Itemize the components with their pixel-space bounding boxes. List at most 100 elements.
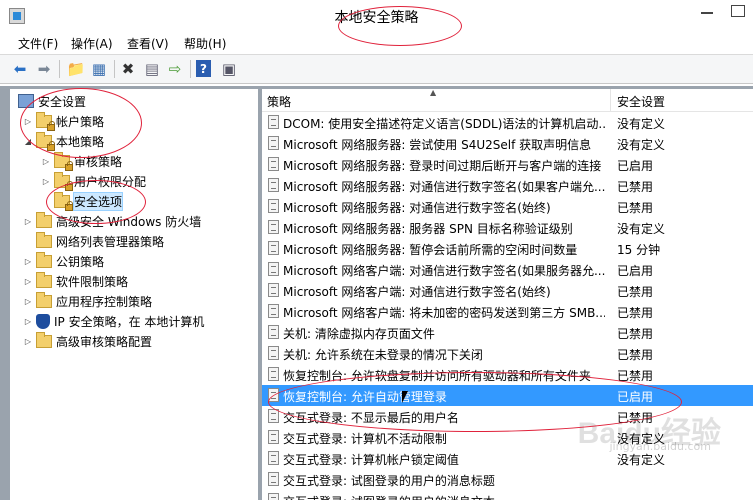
minimize-button[interactable]: [693, 0, 723, 22]
policy-icon: [268, 409, 279, 423]
tree-item-audit-policy[interactable]: ▷ 审核策略: [40, 151, 122, 171]
delete-icon[interactable]: ✖: [118, 59, 138, 79]
policy-row[interactable]: DCOM: 使用安全描述符定义语言(SDDL)语法的计算机启动... 没有定义: [262, 112, 753, 133]
mouse-cursor: [402, 391, 408, 403]
policy-setting: 已启用: [617, 159, 654, 173]
menu-action[interactable]: 操作(A): [71, 35, 113, 52]
policy-icon: [268, 493, 279, 500]
policy-icon: [268, 220, 279, 234]
policy-row[interactable]: Microsoft 网络服务器: 对通信进行数字签名(始终) 已禁用: [262, 196, 753, 217]
list-header: 策略 ▲ 安全设置: [262, 89, 753, 112]
expand-arrow-icon[interactable]: ▷: [22, 275, 34, 287]
expand-arrow-icon[interactable]: ▷: [22, 215, 34, 227]
folder-icon: [36, 231, 52, 248]
column-header-setting[interactable]: 安全设置: [617, 93, 665, 110]
tree-item-ip-security[interactable]: ▷ IP 安全策略，在 本地计算机: [22, 311, 204, 331]
policy-row[interactable]: Microsoft 网络服务器: 尝试使用 S4U2Self 获取声明信息 没有定…: [262, 133, 753, 154]
folder-lock-icon: [54, 191, 73, 211]
window-title: 本地安全策略: [334, 10, 419, 26]
policy-row[interactable]: Microsoft 网络服务器: 登录时间过期后断开与客户端的连接 已启用: [262, 154, 753, 175]
tree-item-user-rights[interactable]: ▷ 用户权限分配: [40, 171, 146, 191]
expand-arrow-icon[interactable]: ▷: [22, 335, 34, 347]
maximize-button[interactable]: [723, 0, 753, 22]
tree-item-security-options[interactable]: 安全选项: [54, 191, 124, 211]
policy-setting: 没有定义: [617, 138, 666, 152]
tree-item-software-restriction[interactable]: ▷ 软件限制策略: [22, 271, 128, 291]
up-folder-icon[interactable]: 📁: [66, 59, 86, 79]
expand-arrow-icon[interactable]: ▷: [22, 115, 34, 127]
menu-file[interactable]: 文件(F): [18, 35, 58, 52]
policy-name: 恢复控制台: 允许自动管理登录: [283, 390, 447, 404]
tree-item-label: 用户权限分配: [74, 174, 147, 189]
console-icon[interactable]: ▣: [219, 59, 239, 79]
policy-name: DCOM: 使用安全描述符定义语言(SDDL)语法的计算机启动...: [283, 117, 605, 131]
export-icon[interactable]: ⇨: [165, 59, 185, 79]
tree-item-app-control[interactable]: ▷ 应用程序控制策略: [22, 291, 152, 311]
policy-name: 恢复控制台: 允许软盘复制并访问所有驱动器和所有文件夹: [283, 369, 591, 383]
toolbar-separator: [114, 60, 115, 78]
menu-help[interactable]: 帮助(H): [184, 35, 226, 52]
folder-icon: [36, 271, 52, 288]
collapse-arrow-icon[interactable]: ◢: [22, 135, 34, 147]
tree-item-security-settings[interactable]: 安全设置: [18, 91, 86, 111]
expand-arrow-icon[interactable]: ▷: [40, 155, 52, 167]
policy-name: Microsoft 网络客户端: 对通信进行数字签名(始终): [283, 285, 551, 299]
policy-icon: [268, 199, 279, 213]
policy-setting: 已启用: [617, 390, 654, 404]
policy-row[interactable]: Microsoft 网络服务器: 暂停会话前所需的空闲时间数量 15 分钟: [262, 238, 753, 259]
policy-row[interactable]: Microsoft 网络客户端: 对通信进行数字签名(始终) 已禁用: [262, 280, 753, 301]
policy-icon: [268, 472, 279, 486]
expand-arrow-icon[interactable]: ▷: [22, 315, 34, 327]
policy-name: 交互式登录: 计算机不活动限制: [283, 432, 447, 446]
policy-row[interactable]: Microsoft 网络服务器: 对通信进行数字签名(如果客户端允... 已禁用: [262, 175, 753, 196]
expand-arrow-icon[interactable]: ▷: [22, 295, 34, 307]
sort-ascending-icon: ▲: [430, 89, 437, 97]
policy-row[interactable]: 关机: 允许系统在未登录的情况下关闭 已禁用: [262, 343, 753, 364]
policy-setting: 已禁用: [617, 180, 654, 194]
show-tree-icon[interactable]: ▦: [89, 59, 109, 79]
policy-name: Microsoft 网络服务器: 尝试使用 S4U2Self 获取声明信息: [283, 138, 592, 152]
policy-name: 交互式登录: 不显示最后的用户名: [283, 411, 459, 425]
forward-icon[interactable]: ➡: [34, 59, 54, 79]
policy-row[interactable]: 恢复控制台: 允许软盘复制并访问所有驱动器和所有文件夹 已禁用: [262, 364, 753, 385]
policy-row[interactable]: 关机: 清除虚拟内存页面文件 已禁用: [262, 322, 753, 343]
folder-lock-icon: [36, 111, 55, 131]
properties-icon[interactable]: ▤: [142, 59, 162, 79]
policy-name: Microsoft 网络服务器: 对通信进行数字签名(始终): [283, 201, 551, 215]
menu-view[interactable]: 查看(V): [127, 35, 169, 52]
policy-icon: [268, 430, 279, 444]
column-divider[interactable]: [610, 89, 611, 111]
policy-name: 关机: 清除虚拟内存页面文件: [283, 327, 435, 341]
tree-item-account-policies[interactable]: ▷ 帐户策略: [22, 111, 104, 131]
tree-item-firewall[interactable]: ▷ 高级安全 Windows 防火墙: [22, 211, 201, 231]
policy-row[interactable]: 恢复控制台: 允许自动管理登录 已启用: [262, 385, 753, 406]
tree-item-label: 安全设置: [38, 94, 87, 109]
policy-setting: 15 分钟: [617, 243, 661, 257]
policy-row[interactable]: Microsoft 网络服务器: 服务器 SPN 目标名称验证级别 没有定义: [262, 217, 753, 238]
tree-item-public-key[interactable]: ▷ 公钥策略: [22, 251, 104, 271]
policy-icon: [268, 388, 279, 402]
expand-arrow-icon[interactable]: ▷: [22, 255, 34, 267]
policy-icon: [268, 178, 279, 192]
help-icon[interactable]: ?: [196, 60, 211, 77]
title-bar: 本地安全策略: [0, 0, 753, 32]
policy-name: Microsoft 网络服务器: 登录时间过期后断开与客户端的连接: [283, 159, 602, 173]
expand-arrow-icon[interactable]: ▷: [40, 175, 52, 187]
tree-item-network-list[interactable]: 网络列表管理器策略: [36, 231, 164, 251]
policy-name: Microsoft 网络服务器: 暂停会话前所需的空闲时间数量: [283, 243, 578, 257]
column-header-policy[interactable]: 策略: [267, 93, 291, 110]
toolbar: ⬅ ➡ 📁 ▦ ✖ ▤ ⇨ ? ▣: [0, 54, 753, 84]
policy-setting: 已启用: [617, 264, 654, 278]
policy-icon: [268, 241, 279, 255]
policy-row[interactable]: Microsoft 网络客户端: 将未加密的密码发送到第三方 SMB... 已禁用: [262, 301, 753, 322]
tree-item-label: 帐户策略: [56, 114, 105, 129]
policy-name: Microsoft 网络客户端: 对通信进行数字签名(如果服务器允...: [283, 264, 605, 278]
policy-row[interactable]: 交互式登录: 试图登录的用户的消息文本: [262, 490, 753, 500]
policy-row[interactable]: Microsoft 网络客户端: 对通信进行数字签名(如果服务器允... 已启用: [262, 259, 753, 280]
tree-item-label: 本地策略: [56, 134, 105, 149]
tree-item-local-policies[interactable]: ◢ 本地策略: [22, 131, 104, 151]
tree-item-advanced-audit[interactable]: ▷ 高级审核策略配置: [22, 331, 152, 351]
policy-icon: [268, 304, 279, 318]
policy-row[interactable]: 交互式登录: 试图登录的用户的消息标题: [262, 469, 753, 490]
back-icon[interactable]: ⬅: [10, 59, 30, 79]
